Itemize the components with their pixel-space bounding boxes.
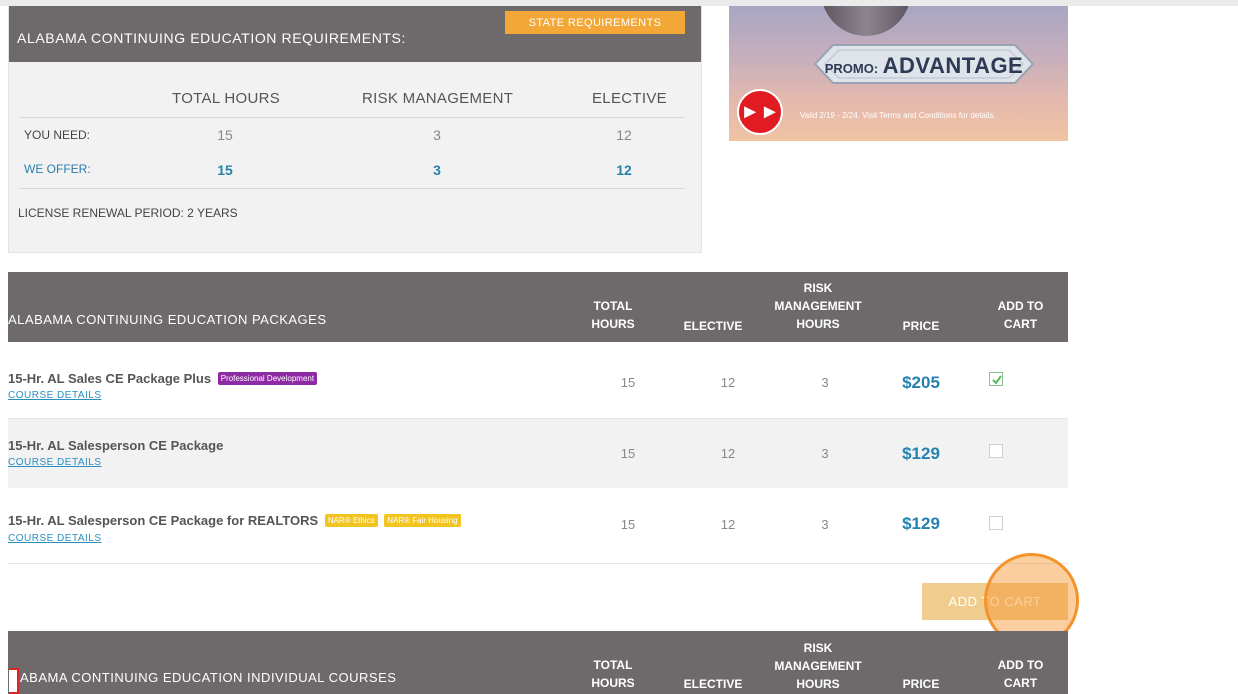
th-cart-line1: ADD TO (997, 658, 1044, 672)
th-risk-line3: HOURS (796, 677, 840, 691)
package-name[interactable]: 15-Hr. AL Salesperson CE Package (8, 438, 223, 453)
individual-courses-title: ABAMA CONTINUING EDUCATION INDIVIDUAL CO… (20, 670, 397, 685)
cell-price: $205 (902, 373, 940, 392)
cell-price: $129 (902, 444, 940, 463)
packages-title: ALABAMA CONTINUING EDUCATION PACKAGES (8, 312, 327, 327)
you-need-elective: 12 (616, 127, 632, 143)
th-total-line1: TOTAL (593, 299, 633, 313)
cell-risk-hours: 3 (821, 446, 829, 461)
balloon-graphic (821, 6, 911, 36)
you-need-label: YOU NEED: (24, 128, 91, 142)
requirements-title: ALABAMA CONTINUING EDUCATION REQUIREMENT… (17, 30, 406, 46)
add-to-cart-checkbox[interactable] (989, 516, 1003, 530)
course-details-link[interactable]: COURSE DETAILS (8, 533, 102, 544)
course-details-link[interactable]: COURSE DETAILS (8, 390, 102, 401)
we-offer-elective: 12 (616, 162, 632, 178)
th-cart-line1: ADD TO (997, 299, 1044, 313)
package-row: 15-Hr. AL Sales CE Package Plus Professi… (8, 342, 1068, 419)
you-need-total: 15 (217, 127, 233, 143)
add-to-cart-button[interactable]: ADD TO CART (922, 583, 1068, 620)
license-renewal-period: LICENSE RENEWAL PERIOD: 2 YEARS (18, 206, 238, 220)
package-row: 15-Hr. AL Salesperson CE Package for REA… (8, 488, 1068, 564)
individual-courses-table-header: ABAMA CONTINUING EDUCATION INDIVIDUAL CO… (8, 631, 1068, 694)
cell-total-hours: 15 (620, 446, 636, 461)
th-total-line1: TOTAL (593, 658, 633, 672)
packages-table-header: ALABAMA CONTINUING EDUCATION PACKAGES TO… (8, 272, 1068, 342)
we-offer-total: 15 (217, 162, 233, 178)
package-row: 15-Hr. AL Salesperson CE Package COURSE … (8, 419, 1068, 488)
th-risk-line1: RISK (803, 281, 833, 295)
requirements-header: ALABAMA CONTINUING EDUCATION REQUIREMENT… (9, 6, 701, 62)
th-elective: ELECTIVE (683, 319, 743, 333)
col-total-hours: TOTAL HOURS (172, 90, 281, 107)
promo-code-text: PROMO: ADVANTAGE (813, 53, 1035, 79)
you-need-risk: 3 (433, 127, 441, 143)
divider (19, 188, 685, 189)
cell-total-hours: 15 (620, 375, 636, 390)
promo-code: ADVANTAGE (882, 53, 1024, 78)
th-cart-line2: CART (1003, 676, 1038, 690)
th-total-line2: HOURS (591, 317, 635, 331)
we-offer-risk: 3 (433, 162, 441, 178)
th-cart-line2: CART (1003, 317, 1038, 331)
th-risk-management-hours: RISK MANAGEMENT HOURS (758, 279, 878, 333)
th-elective: ELECTIVE (683, 677, 743, 691)
badge-professional-development: Professional Development (217, 372, 318, 385)
th-total-hours: TOTAL HOURS (583, 297, 643, 333)
state-requirements-button[interactable]: STATE REQUIREMENTS (505, 11, 685, 34)
promo-valid-text: Valid 2/19 - 2/24. Visit Terms and Condi… (800, 111, 996, 120)
add-to-cart-checkbox[interactable] (989, 444, 1003, 458)
th-risk-line1: RISK (803, 641, 833, 655)
th-risk-line2: MANAGEMENT (774, 659, 862, 673)
red-marker (9, 668, 19, 694)
promo-label: PROMO: (824, 61, 879, 76)
cell-total-hours: 15 (620, 517, 636, 532)
col-elective: ELECTIVE (592, 90, 667, 107)
th-add-to-cart: ADD TO CART (983, 656, 1058, 692)
package-name[interactable]: 15-Hr. AL Sales CE Package Plus Professi… (8, 371, 318, 386)
col-risk-management: RISK MANAGEMENT (362, 90, 514, 107)
th-total-line2: HOURS (591, 676, 635, 690)
fast-forward-icon: ►► (737, 89, 783, 135)
course-details-link[interactable]: COURSE DETAILS (8, 457, 102, 468)
requirements-panel: ALABAMA CONTINUING EDUCATION REQUIREMENT… (8, 6, 702, 253)
promo-tag: PROMO: ADVANTAGE (813, 43, 1035, 85)
promo-banner[interactable]: PROMO: ADVANTAGE ►► Valid 2/19 - 2/24. V… (729, 6, 1068, 141)
th-risk-management-hours: RISK MANAGEMENT HOURS (758, 639, 878, 693)
th-price: PRICE (902, 677, 940, 691)
cell-risk-hours: 3 (821, 517, 829, 532)
cell-elective: 12 (720, 375, 736, 390)
th-price: PRICE (902, 319, 940, 333)
divider (19, 117, 685, 118)
cell-price: $129 (902, 514, 940, 533)
badge-nar-ethics: NAR® Ethics (324, 514, 378, 527)
th-add-to-cart: ADD TO CART (983, 297, 1058, 333)
cell-elective: 12 (720, 446, 736, 461)
checkmark-icon (992, 375, 1002, 385)
badge-nar-fair-housing: NAR® Fair Housing (384, 514, 461, 527)
package-name-text: 15-Hr. AL Sales CE Package Plus (8, 371, 212, 386)
th-risk-line3: HOURS (796, 317, 840, 331)
th-total-hours: TOTAL HOURS (583, 656, 643, 692)
we-offer-label: WE OFFER: (24, 162, 91, 176)
package-name-text: 15-Hr. AL Salesperson CE Package for REA… (8, 513, 319, 528)
add-to-cart-checkbox[interactable] (989, 372, 1003, 386)
cell-elective: 12 (720, 517, 736, 532)
package-name[interactable]: 15-Hr. AL Salesperson CE Package for REA… (8, 513, 461, 528)
cell-risk-hours: 3 (821, 375, 829, 390)
th-risk-line2: MANAGEMENT (774, 299, 862, 313)
